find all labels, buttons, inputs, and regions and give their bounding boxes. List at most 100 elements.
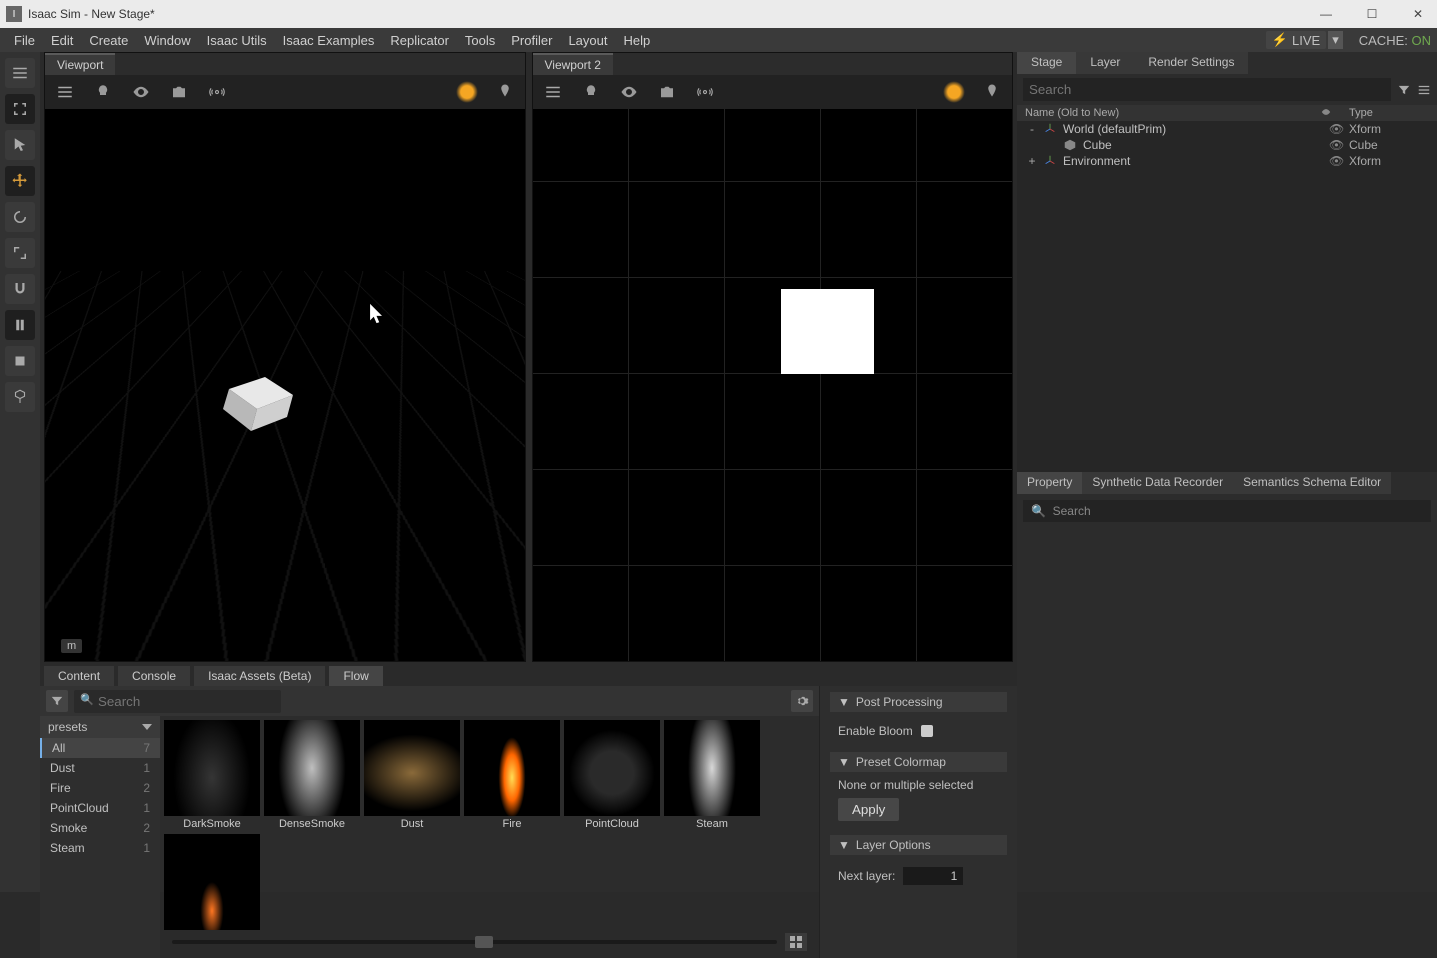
visibility-toggle[interactable]: 👁 [1329, 154, 1349, 168]
maximize-button[interactable]: ☐ [1359, 7, 1385, 21]
stop-button[interactable] [5, 346, 35, 376]
window-title: Isaac Sim - New Stage* [28, 7, 1313, 21]
tab-render-settings[interactable]: Render Settings [1134, 52, 1248, 74]
thumb-size-slider[interactable] [172, 940, 777, 944]
preset-cat-pointcloud[interactable]: PointCloud1 [40, 798, 160, 818]
vp1-pin-icon[interactable] [491, 78, 519, 106]
pause-button[interactable] [5, 310, 35, 340]
preset-cat-smoke[interactable]: Smoke2 [40, 818, 160, 838]
menu-layout[interactable]: Layout [560, 31, 615, 50]
vp1-sun-icon[interactable] [453, 78, 481, 106]
preset-fire[interactable]: Fire [464, 720, 560, 830]
vp1-eye-icon[interactable] [127, 78, 155, 106]
viewport1-canvas[interactable]: m [45, 109, 525, 661]
preset-pointcloud[interactable]: PointCloud [564, 720, 660, 830]
menu-file[interactable]: File [6, 31, 43, 50]
menu-replicator[interactable]: Replicator [382, 31, 457, 50]
flow-search-input[interactable] [74, 690, 281, 713]
preset-steam[interactable]: Steam [664, 720, 760, 830]
preset-densesmoke[interactable]: DenseSmoke [264, 720, 360, 830]
vp2-settings-icon[interactable] [539, 78, 567, 106]
stage-node-cube[interactable]: Cube 👁 Cube [1017, 137, 1437, 153]
viewport2-canvas[interactable] [533, 109, 1013, 661]
axes-icon [1043, 122, 1059, 136]
stage-node-world[interactable]: - World (defaultPrim) 👁 Xform [1017, 121, 1437, 137]
menu-isaac-utils[interactable]: Isaac Utils [199, 31, 275, 50]
stage-col-name[interactable]: Name (Old to New) [1025, 107, 1319, 119]
menu-help[interactable]: Help [616, 31, 659, 50]
tab-stage[interactable]: Stage [1017, 52, 1076, 74]
preset-darksmoke[interactable]: DarkSmoke [164, 720, 260, 830]
rotate-tool[interactable] [5, 202, 35, 232]
visibility-toggle[interactable]: 👁 [1329, 138, 1349, 152]
vp2-camera-icon[interactable] [653, 78, 681, 106]
vp1-audio-icon[interactable] [203, 78, 231, 106]
vp1-camera-icon[interactable] [165, 78, 193, 106]
vp2-sun-icon[interactable] [940, 78, 968, 106]
visibility-toggle[interactable]: 👁 [1329, 122, 1349, 136]
grid-view-icon[interactable] [785, 933, 807, 951]
tab-content[interactable]: Content [44, 666, 114, 686]
tab-layer[interactable]: Layer [1076, 52, 1134, 74]
preset-extra[interactable] [164, 834, 260, 930]
apply-button[interactable]: Apply [838, 798, 899, 821]
property-search-input[interactable]: 🔍 Search [1023, 500, 1431, 522]
hamburger-icon[interactable] [5, 58, 35, 88]
vp2-pin-icon[interactable] [978, 78, 1006, 106]
viewport2-tab[interactable]: Viewport 2 [533, 53, 613, 75]
next-layer-value[interactable]: 1 [903, 867, 963, 885]
menu-edit[interactable]: Edit [43, 31, 81, 50]
close-button[interactable]: ✕ [1405, 7, 1431, 21]
app-logo: I [6, 6, 22, 22]
flow-filter-icon[interactable] [46, 690, 68, 712]
next-layer-label: Next layer: [838, 869, 895, 883]
live-dropdown[interactable]: ▾ [1328, 31, 1343, 49]
menu-profiler[interactable]: Profiler [503, 31, 560, 50]
enable-bloom-checkbox[interactable] [921, 725, 933, 737]
cube-icon [1063, 138, 1079, 152]
tab-flow[interactable]: Flow [329, 666, 382, 686]
flow-settings-icon[interactable] [791, 690, 813, 712]
tab-isaac-assets[interactable]: Isaac Assets (Beta) [194, 666, 325, 686]
tab-console[interactable]: Console [118, 666, 190, 686]
menu-tools[interactable]: Tools [457, 31, 503, 50]
vp2-light-icon[interactable] [577, 78, 605, 106]
tab-property[interactable]: Property [1017, 472, 1082, 494]
preset-cat-steam[interactable]: Steam1 [40, 838, 160, 858]
snap-tool[interactable] [5, 274, 35, 304]
section-preset-colormap[interactable]: ▼Preset Colormap [830, 752, 1007, 772]
preset-cat-fire[interactable]: Fire2 [40, 778, 160, 798]
menu-window[interactable]: Window [136, 31, 198, 50]
minimize-button[interactable]: — [1313, 7, 1339, 21]
frame-tool[interactable] [5, 94, 35, 124]
preset-cat-dust[interactable]: Dust1 [40, 758, 160, 778]
section-post-processing[interactable]: ▼Post Processing [830, 692, 1007, 712]
vp2-audio-icon[interactable] [691, 78, 719, 106]
preset-dust[interactable]: Dust [364, 720, 460, 830]
stage-filter-icon[interactable] [1397, 83, 1411, 97]
vp1-settings-icon[interactable] [51, 78, 79, 106]
live-badge[interactable]: ⚡ LIVE [1266, 31, 1326, 49]
menu-isaac-examples[interactable]: Isaac Examples [275, 31, 383, 50]
bolt-icon: ⚡ [1272, 32, 1288, 48]
menu-create[interactable]: Create [81, 31, 136, 50]
tab-semantics[interactable]: Semantics Schema Editor [1233, 472, 1391, 494]
viewport1-tab[interactable]: Viewport [45, 53, 115, 75]
move-tool[interactable] [5, 166, 35, 196]
stage-node-environment[interactable]: + Environment 👁 Xform [1017, 153, 1437, 169]
vp1-light-icon[interactable] [89, 78, 117, 106]
preset-cat-all[interactable]: All7 [40, 738, 160, 758]
select-tool[interactable] [5, 130, 35, 160]
scale-tool[interactable] [5, 238, 35, 268]
cursor-icon [369, 303, 384, 325]
stage-col-type[interactable]: Type [1349, 107, 1429, 119]
physics-tool[interactable] [5, 382, 35, 412]
presets-header[interactable]: presets [40, 716, 160, 738]
stage-search-input[interactable] [1023, 78, 1391, 101]
stage-menu-icon[interactable] [1417, 83, 1431, 97]
tab-synthetic-data[interactable]: Synthetic Data Recorder [1082, 472, 1233, 494]
scene-cube-3d [215, 353, 305, 443]
section-layer-options[interactable]: ▼Layer Options [830, 835, 1007, 855]
vp2-eye-icon[interactable] [615, 78, 643, 106]
stage-col-vis [1319, 107, 1349, 119]
